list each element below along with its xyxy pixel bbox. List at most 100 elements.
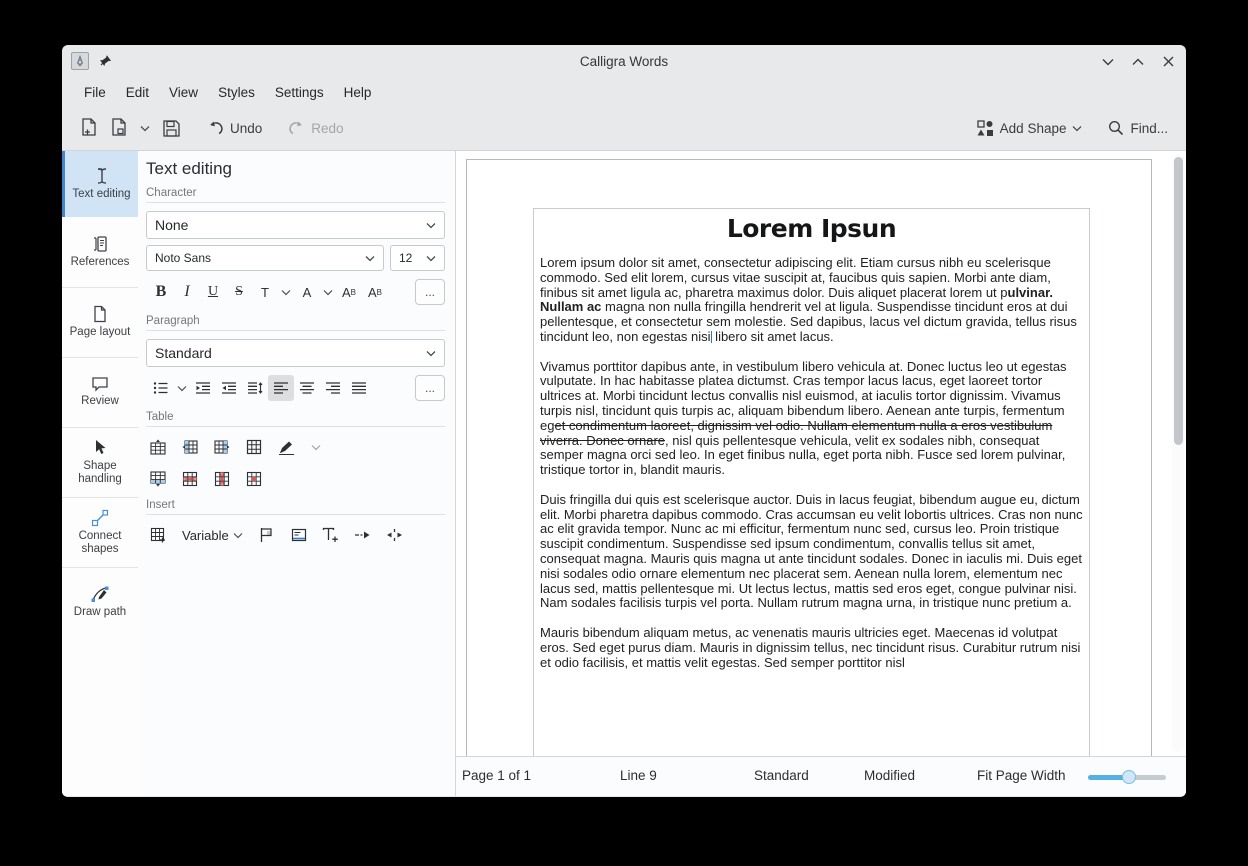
document-paragraph[interactable]: Vivamus porttitor dapibus ante, in vesti…	[540, 360, 1083, 478]
save-button[interactable]	[156, 114, 187, 143]
calligra-words-window: Calligra Words File Edit View Styles Set…	[62, 45, 1186, 797]
redo-button[interactable]: Redo	[282, 115, 349, 141]
text-color-chevron[interactable]	[278, 279, 294, 305]
tab-references[interactable]: References	[62, 217, 138, 287]
zoom-slider[interactable]	[1088, 771, 1166, 783]
new-document-button[interactable]	[74, 113, 104, 143]
close-button[interactable]	[1160, 54, 1176, 70]
tab-connect-shapes[interactable]: Connect shapes	[62, 497, 138, 567]
menu-file[interactable]: File	[74, 82, 116, 103]
document-paragraphs[interactable]: Lorem ipsum dolor sit amet, consectetur …	[540, 256, 1083, 670]
paragraph-style-select[interactable]: Standard	[146, 339, 445, 367]
character-style-select[interactable]: None	[146, 211, 445, 239]
subscript-button[interactable]: AB	[362, 279, 388, 305]
border-pen-chevron[interactable]	[308, 434, 324, 460]
text-color-button[interactable]: T●	[252, 279, 278, 305]
bold-button[interactable]: B	[148, 279, 174, 305]
document-canvas[interactable]: Lorem Ipsun Lorem ipsum dolor sit amet, …	[456, 151, 1186, 756]
vertical-scrollbar[interactable]	[1172, 154, 1184, 752]
underline-button[interactable]: U	[200, 279, 226, 305]
menu-help[interactable]: Help	[334, 82, 382, 103]
zoom-mode-button[interactable]: Fit Page Width	[977, 768, 1066, 783]
insert-page-break-button[interactable]	[353, 525, 373, 545]
indent-more-icon	[221, 381, 237, 395]
character-style-value: None	[155, 217, 188, 233]
character-more-button[interactable]: ...	[415, 279, 445, 305]
add-shape-button[interactable]: Add Shape	[971, 115, 1089, 142]
align-right-button[interactable]	[320, 375, 346, 401]
font-family-select[interactable]: Noto Sans	[146, 245, 384, 271]
line-spacing-button[interactable]	[242, 375, 268, 401]
insert-footnote-button[interactable]	[289, 525, 309, 545]
chevron-down-icon	[426, 350, 436, 357]
insert-text-button[interactable]	[321, 525, 341, 545]
align-center-button[interactable]	[294, 375, 320, 401]
menu-edit[interactable]: Edit	[116, 82, 159, 103]
italic-button[interactable]: I	[174, 279, 200, 305]
text-segment: Lorem ipsum dolor sit amet, consectetur …	[540, 255, 1051, 300]
decrease-indent-button[interactable]	[190, 375, 216, 401]
tab-draw-path[interactable]: Draw path	[62, 567, 138, 637]
open-document-button[interactable]	[104, 113, 134, 143]
insert-row-above-button[interactable]	[148, 437, 168, 457]
list-style-button[interactable]	[148, 375, 174, 401]
insert-column-left-button[interactable]	[180, 437, 200, 457]
undo-button[interactable]: Undo	[201, 115, 268, 141]
main-toolbar: Undo Redo Add Shape Find...	[62, 106, 1186, 151]
indent-less-icon	[195, 381, 211, 395]
scrollbar-thumb[interactable]	[1174, 157, 1183, 445]
insert-bookmark-button[interactable]	[257, 525, 277, 545]
zoom-slider-handle[interactable]	[1122, 770, 1136, 784]
delete-table-button[interactable]	[244, 469, 264, 489]
insert-table-button[interactable]	[148, 525, 168, 545]
minimize-button[interactable]	[1100, 54, 1116, 70]
border-pen-button[interactable]	[276, 437, 296, 457]
insert-row: Variable	[148, 523, 445, 547]
menu-view[interactable]: View	[159, 82, 208, 103]
highlight-color-button[interactable]: A◢	[294, 279, 320, 305]
align-left-button[interactable]	[268, 375, 294, 401]
tab-review[interactable]: Review	[62, 357, 138, 427]
align-justify-button[interactable]	[346, 375, 372, 401]
style-indicator[interactable]: Standard	[754, 768, 809, 783]
add-shape-icon	[977, 120, 994, 137]
list-style-chevron[interactable]	[174, 375, 190, 401]
insert-row-below-button[interactable]	[148, 469, 168, 489]
text-frame[interactable]: Lorem Ipsun Lorem ipsum dolor sit amet, …	[533, 208, 1090, 756]
strikethrough-button[interactable]: S	[226, 279, 252, 305]
highlight-color-chevron[interactable]	[320, 279, 336, 305]
insert-section-label: Insert	[146, 499, 445, 515]
flag-icon	[259, 527, 274, 543]
titlebar: Calligra Words	[62, 45, 1186, 78]
tab-shape-handling[interactable]: Shape handling	[62, 427, 138, 497]
tab-text-editing[interactable]: Text editing	[62, 151, 138, 217]
chevron-down-icon	[1072, 125, 1082, 132]
align-right-icon	[325, 381, 341, 395]
tab-page-layout[interactable]: Page layout	[62, 287, 138, 357]
document-paragraph[interactable]: Lorem ipsum dolor sit amet, consectetur …	[540, 256, 1083, 345]
delete-row-button[interactable]	[180, 469, 200, 489]
add-shape-label: Add Shape	[1000, 121, 1067, 136]
increase-indent-button[interactable]	[216, 375, 242, 401]
paragraph-more-button[interactable]: ...	[415, 375, 445, 401]
insert-column-right-button[interactable]	[212, 437, 232, 457]
open-recent-chevron[interactable]	[134, 120, 156, 137]
document-heading[interactable]: Lorem Ipsun	[540, 214, 1083, 243]
document-paragraph[interactable]: Duis fringilla dui quis est scelerisque …	[540, 493, 1083, 611]
superscript-button[interactable]: AB	[336, 279, 362, 305]
table-properties-button[interactable]	[244, 437, 264, 457]
variable-label: Variable	[182, 528, 229, 543]
find-button[interactable]: Find...	[1102, 115, 1174, 141]
delete-column-button[interactable]	[212, 469, 232, 489]
pin-icon[interactable]	[98, 54, 112, 68]
document-paragraph[interactable]: Mauris bibendum aliquam metus, ac venena…	[540, 626, 1083, 670]
menu-styles[interactable]: Styles	[208, 82, 265, 103]
tab-label: References	[71, 256, 130, 269]
insert-column-break-button[interactable]	[385, 525, 405, 545]
font-size-select[interactable]: 12	[390, 245, 445, 271]
document-page[interactable]: Lorem Ipsun Lorem ipsum dolor sit amet, …	[466, 159, 1152, 756]
insert-variable-select[interactable]: Variable	[180, 526, 245, 545]
menu-settings[interactable]: Settings	[265, 82, 334, 103]
find-label: Find...	[1130, 121, 1168, 136]
maximize-button[interactable]	[1130, 54, 1146, 70]
